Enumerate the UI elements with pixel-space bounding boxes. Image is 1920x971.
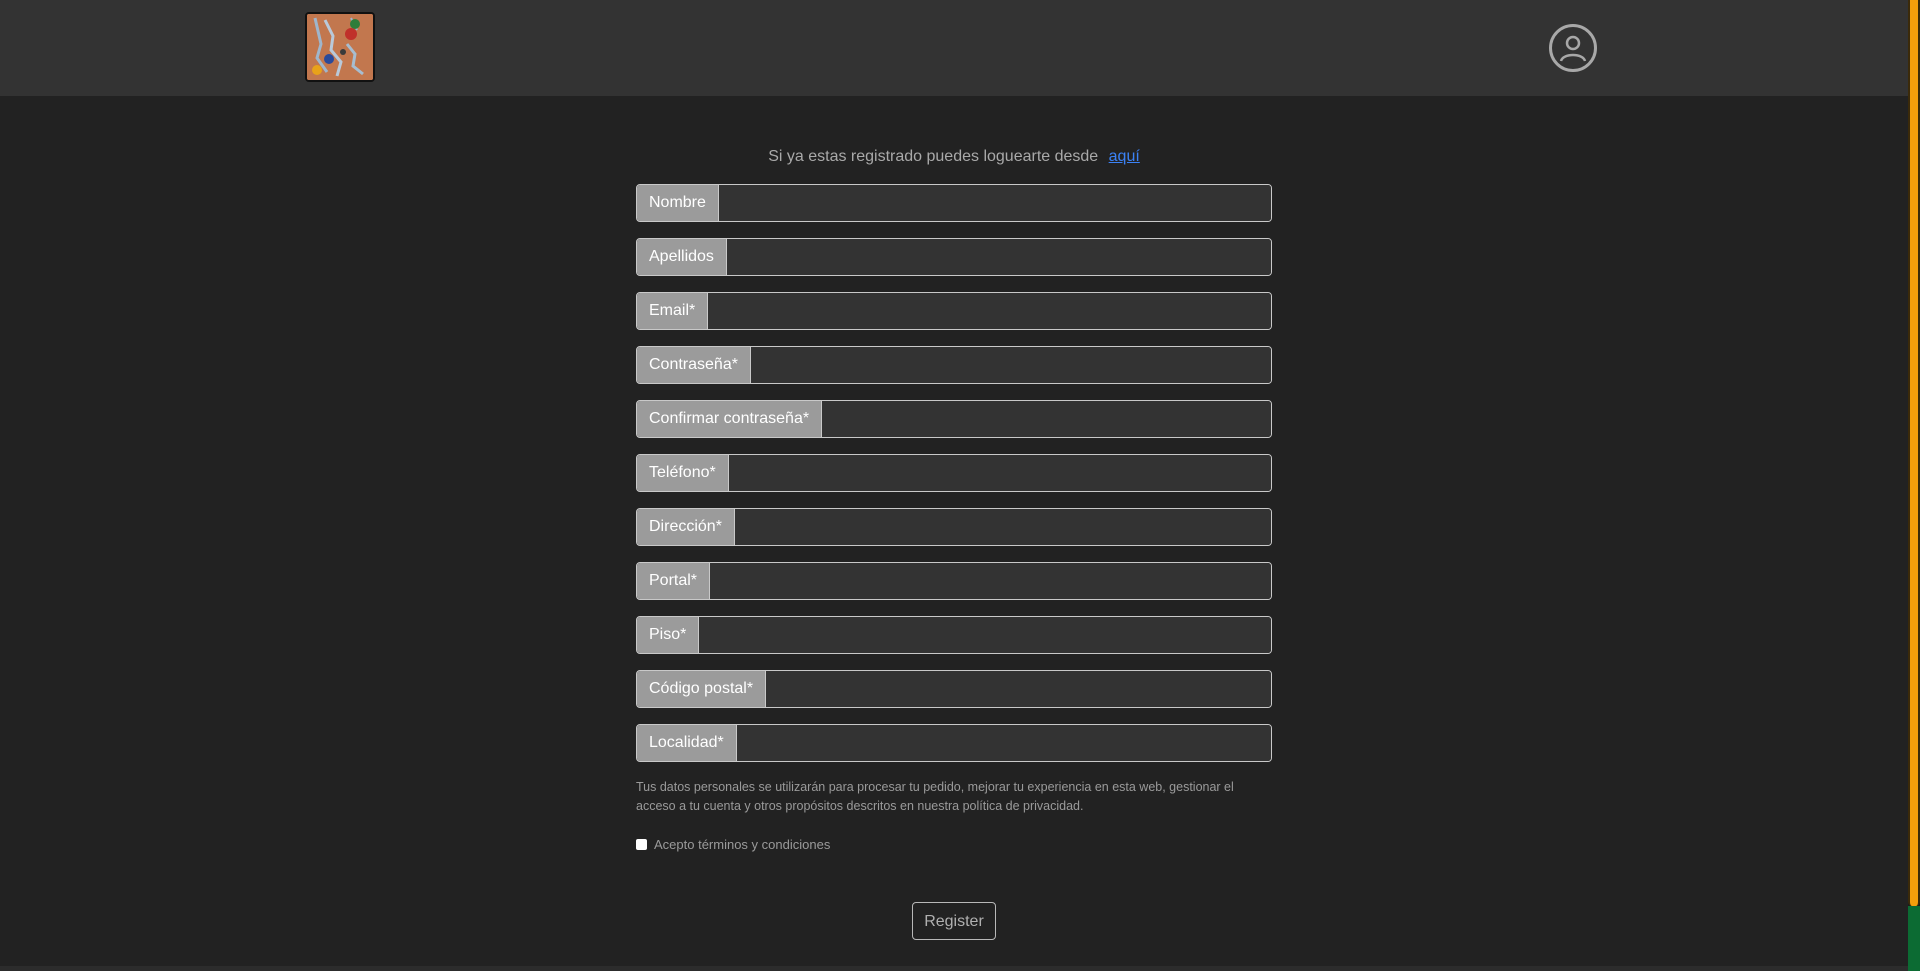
register-form: Nombre Apellidos Email* Contraseña* Conf… (636, 184, 1272, 778)
field-label-email: Email* (637, 293, 709, 329)
telefono-input[interactable] (728, 455, 1271, 491)
field-label-codigo-postal: Código postal* (637, 671, 767, 707)
email-input[interactable] (708, 293, 1271, 329)
field-telefono: Teléfono* (636, 454, 1272, 492)
piso-input[interactable] (699, 617, 1271, 653)
field-label-direccion: Dirección* (637, 509, 735, 545)
login-hint: Si ya estas registrado puedes loguearte … (0, 145, 1908, 169)
login-hint-text: Si ya estas registrado puedes loguearte … (768, 148, 1099, 165)
field-label-piso: Piso* (637, 617, 700, 653)
portal-input[interactable] (710, 563, 1271, 599)
field-nombre: Nombre (636, 184, 1272, 222)
terms-checkbox[interactable] (636, 839, 647, 850)
codigo-postal-input[interactable] (766, 671, 1271, 707)
localidad-input[interactable] (736, 725, 1271, 761)
field-direccion: Dirección* (636, 508, 1272, 546)
field-label-localidad: Localidad* (637, 725, 737, 761)
confirm-password-input[interactable] (822, 401, 1271, 437)
user-circle-icon (1559, 35, 1587, 62)
field-password: Contraseña* (636, 346, 1272, 384)
field-label-portal: Portal* (637, 563, 711, 599)
field-email: Email* (636, 292, 1272, 330)
password-input[interactable] (750, 347, 1271, 383)
terms-row: Acepto términos y condiciones (636, 837, 830, 852)
logo-image (307, 14, 373, 80)
scrollbar-track-end (1908, 906, 1920, 971)
nombre-input[interactable] (718, 185, 1271, 221)
field-localidad: Localidad* (636, 724, 1272, 762)
navbar (0, 0, 1908, 96)
field-label-nombre: Nombre (637, 185, 719, 221)
site-logo[interactable] (305, 12, 375, 82)
page-bottom-edge (0, 966, 1908, 971)
direccion-input[interactable] (734, 509, 1271, 545)
register-button[interactable]: Register (912, 902, 996, 940)
privacy-notice: Tus datos personales se utilizarán para … (636, 780, 1234, 813)
field-confirm-password: Confirmar contraseña* (636, 400, 1272, 438)
field-codigo-postal: Código postal* (636, 670, 1272, 708)
field-label-confirm-password: Confirmar contraseña* (637, 401, 823, 437)
field-piso: Piso* (636, 616, 1272, 654)
field-label-telefono: Teléfono* (637, 455, 729, 491)
field-label-password: Contraseña* (637, 347, 751, 383)
user-account-button[interactable] (1549, 24, 1597, 72)
login-link[interactable]: aquí (1109, 148, 1140, 165)
scrollbar[interactable] (1908, 0, 1920, 971)
apellidos-input[interactable] (726, 239, 1271, 275)
field-portal: Portal* (636, 562, 1272, 600)
field-apellidos: Apellidos (636, 238, 1272, 276)
scrollbar-thumb[interactable] (1908, 0, 1920, 906)
terms-label: Acepto términos y condiciones (654, 837, 831, 852)
field-label-apellidos: Apellidos (637, 239, 727, 275)
